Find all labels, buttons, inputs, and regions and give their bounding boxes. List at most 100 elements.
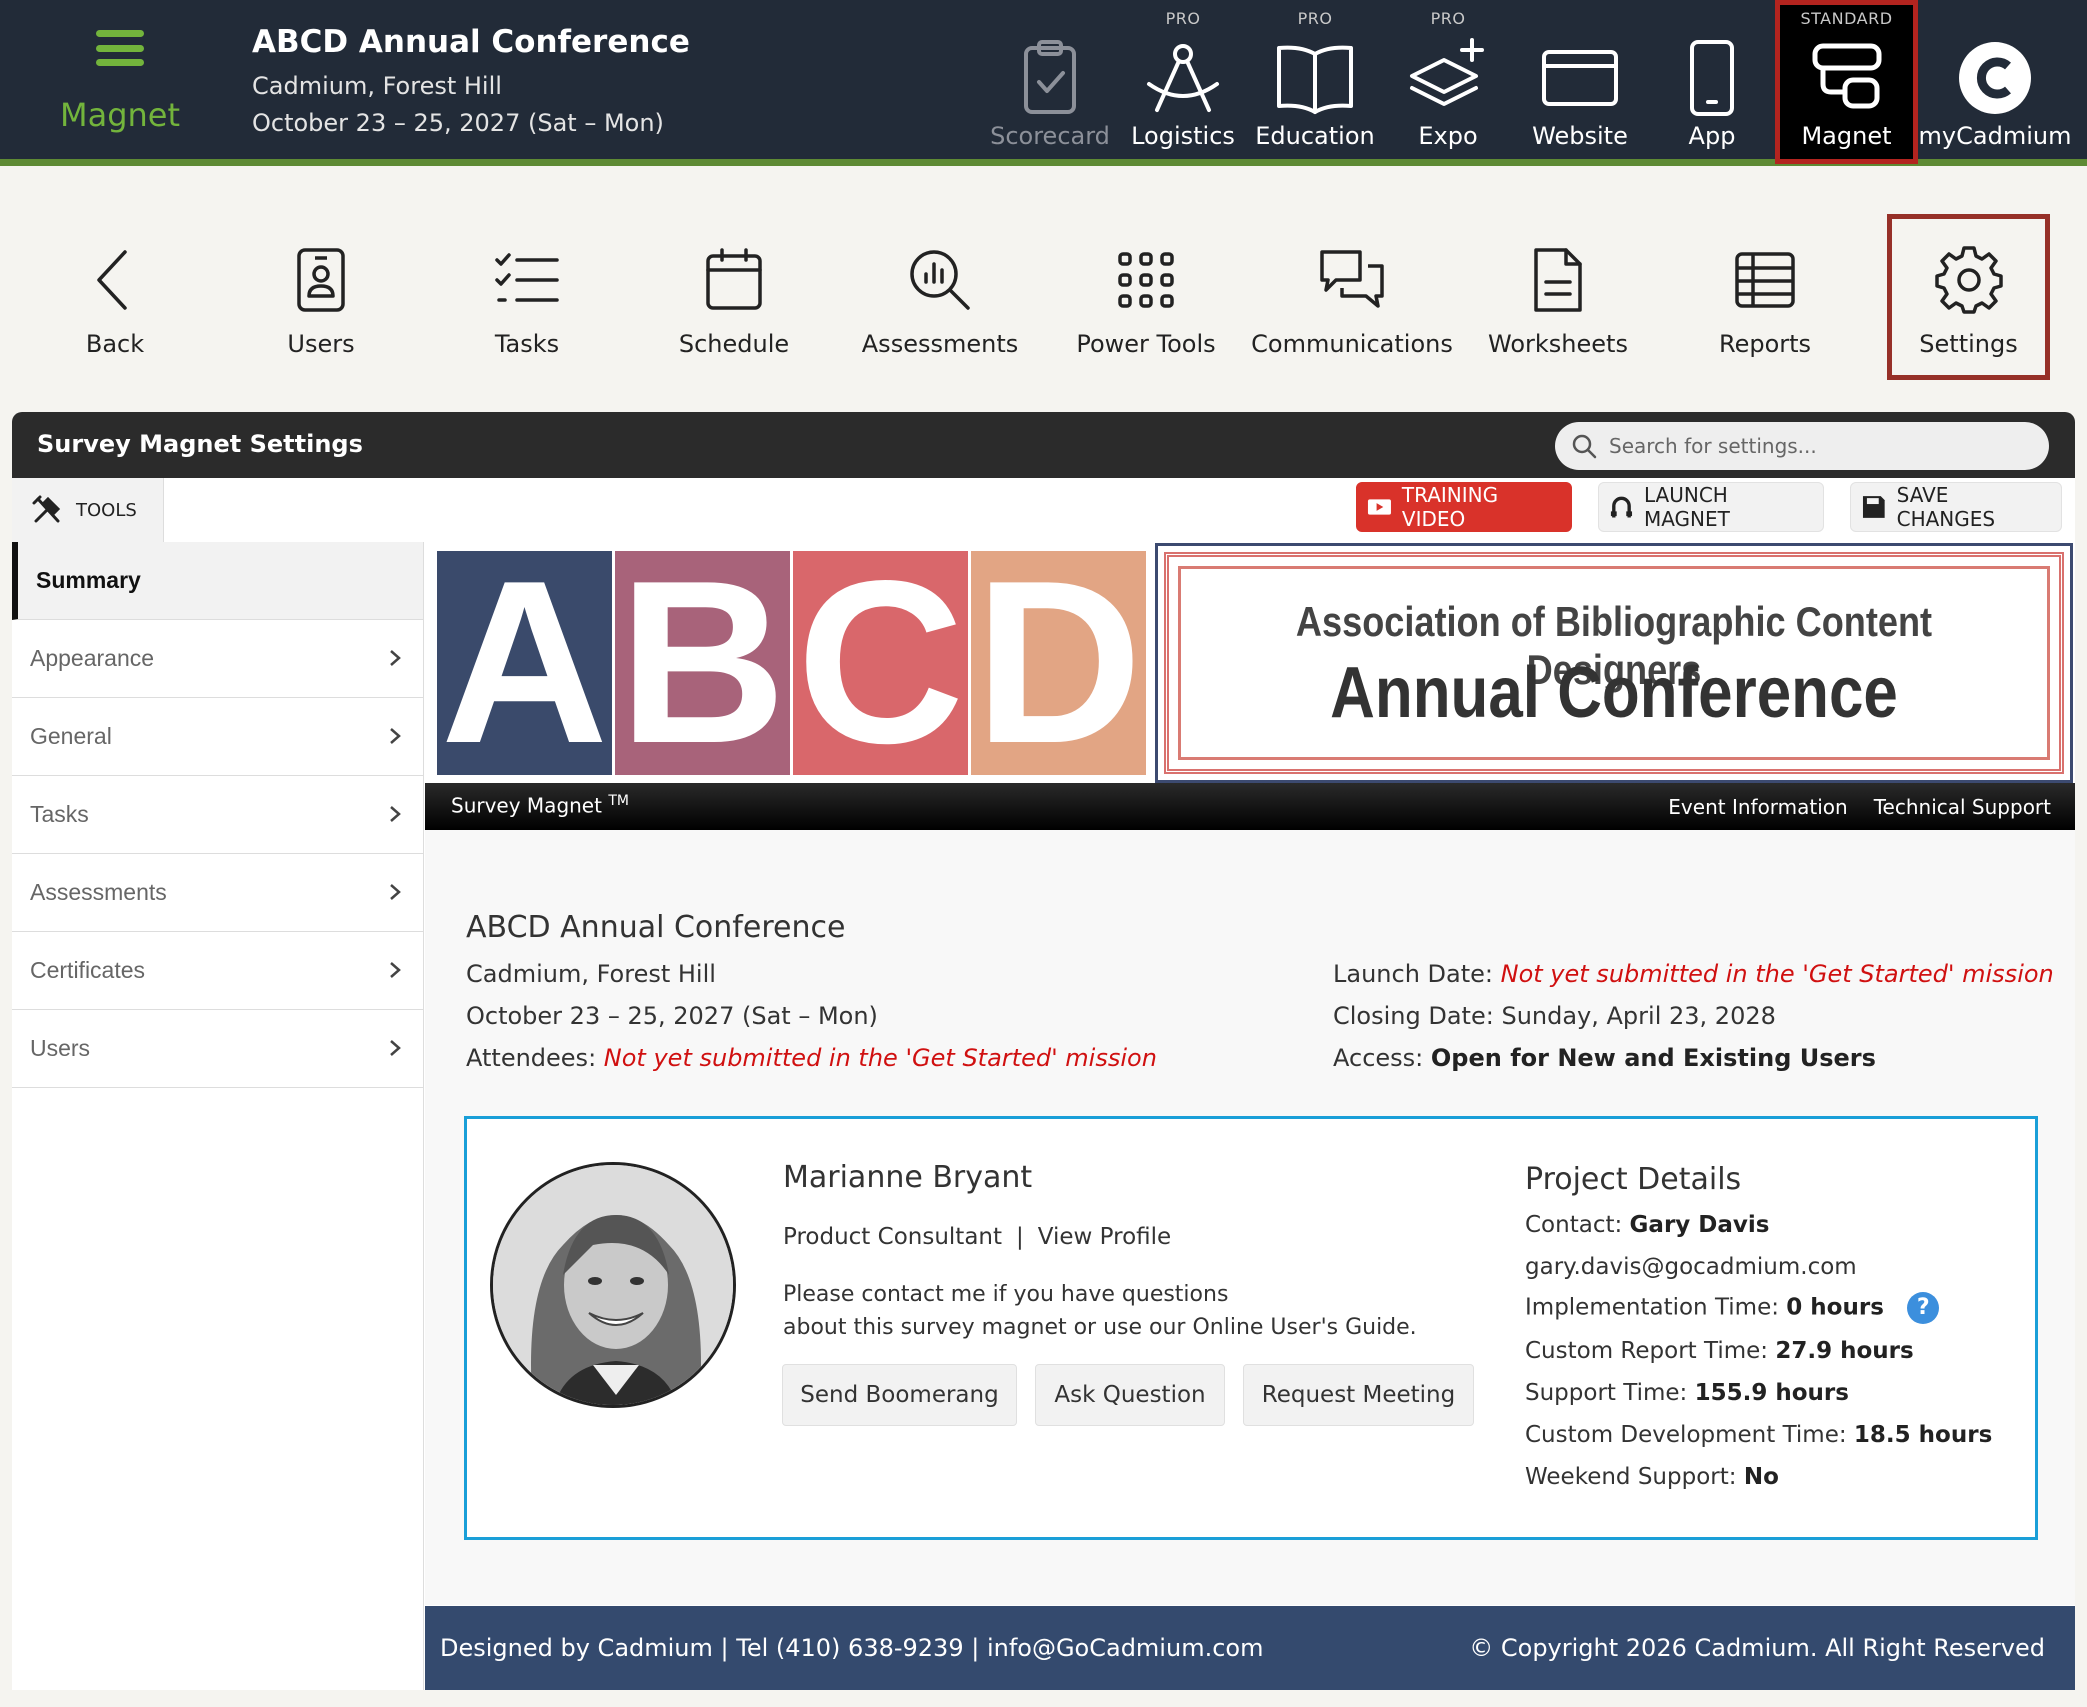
chevron-right-icon xyxy=(390,806,401,822)
attendees-label: Attendees: xyxy=(466,1044,597,1072)
event-title: ABCD Annual Conference xyxy=(252,24,690,60)
sidebar-item-label: Appearance xyxy=(30,645,155,671)
magnet-icon xyxy=(1812,43,1881,109)
app-label: Education xyxy=(1255,122,1375,150)
toolbar-schedule[interactable]: Schedule xyxy=(639,214,829,364)
toolbar-users[interactable]: Users xyxy=(226,214,416,364)
toolbar-assessments[interactable]: Assessments xyxy=(845,214,1035,364)
app-label: Logistics xyxy=(1131,122,1235,150)
sidebar-item-summary[interactable]: Summary xyxy=(12,542,423,620)
checklist-icon xyxy=(495,253,559,302)
sidebar-item-assessments[interactable]: Assessments xyxy=(12,854,423,932)
app-website[interactable]: Website xyxy=(1515,0,1645,160)
sidebar-item-appearance[interactable]: Appearance xyxy=(12,620,423,698)
launch-label: Launch Date: xyxy=(1333,960,1493,988)
footer-copyright: © Copyright 2026 Cadmium. All Right Rese… xyxy=(1469,1634,2045,1662)
toolbar-settings[interactable]: Settings xyxy=(1887,214,2050,380)
summary-dates: October 23 – 25, 2027 (Sat – Mon) xyxy=(466,1002,878,1030)
sidebar-item-certificates[interactable]: Certificates xyxy=(12,932,423,1010)
attendees-value: Not yet submitted in the 'Get Started' m… xyxy=(603,1044,1157,1072)
app-label: Magnet xyxy=(1801,122,1892,150)
survey-links: Event Information Technical Support xyxy=(1668,795,2051,819)
event-information-link[interactable]: Event Information xyxy=(1668,795,1847,819)
toolbar-communications[interactable]: Communications xyxy=(1251,214,1453,364)
access-value: Open for New and Existing Users xyxy=(1430,1044,1876,1072)
event-banner: A B C D Association of Bibliographic Con… xyxy=(425,543,2075,783)
sidebar-item-tasks[interactable]: Tasks xyxy=(12,776,423,854)
launch-value: Not yet submitted in the 'Get Started' m… xyxy=(1500,960,2054,988)
toolbar-label: Tasks xyxy=(494,330,560,358)
launch-magnet-label: LAUNCH MAGNET xyxy=(1643,483,1730,531)
id-badge-icon xyxy=(297,248,345,312)
send-boomerang-button[interactable]: Send Boomerang xyxy=(782,1364,1017,1426)
app-expo[interactable]: PRO Expo xyxy=(1383,0,1513,160)
app-label: App xyxy=(1688,122,1736,150)
chevron-right-icon xyxy=(390,728,401,744)
training-video-button[interactable]: TRAINING VIDEO xyxy=(1356,482,1572,532)
closing-label: Closing Date: xyxy=(1333,1002,1494,1030)
banner-conference: Annual Conference xyxy=(1330,653,1898,733)
sidebar-item-general[interactable]: General xyxy=(12,698,423,776)
training-video-label: TRAINING VIDEO xyxy=(1401,483,1499,531)
toolbar-label: Reports xyxy=(1718,330,1812,358)
sidebar-item-label: General xyxy=(30,723,112,749)
grid-dots-icon xyxy=(1118,252,1174,308)
app-mycadmium[interactable]: myCadmium xyxy=(1919,0,2071,160)
report-value: 27.9 hours xyxy=(1775,1338,1914,1364)
menu-icon[interactable] xyxy=(96,30,144,66)
toolbar-label: Assessments xyxy=(861,330,1019,358)
open-book-icon xyxy=(1277,45,1353,114)
launch-magnet-button[interactable]: LAUNCH MAGNET xyxy=(1598,482,1824,532)
view-profile-link[interactable]: View Profile xyxy=(1038,1224,1171,1250)
app-logistics[interactable]: PRO Logistics xyxy=(1118,0,1248,160)
toolbar-tasks[interactable]: Tasks xyxy=(432,214,622,364)
chevron-left-icon xyxy=(97,250,127,310)
project-custom-report-time: Custom Report Time: 27.9 hours xyxy=(1525,1338,1914,1364)
app-magnet[interactable]: STANDARD Magnet xyxy=(1775,0,1918,164)
video-icon xyxy=(1367,499,1391,515)
support-label: Support Time: xyxy=(1525,1380,1688,1406)
banner-title-box: Association of Bibliographic Content Des… xyxy=(1155,543,2073,783)
consultant-photo xyxy=(493,1165,733,1405)
toolbar-reports[interactable]: Reports xyxy=(1670,214,1860,364)
save-changes-button[interactable]: SAVE CHANGES xyxy=(1850,482,2062,532)
app-education[interactable]: PRO Education xyxy=(1250,0,1380,160)
closing-value: Sunday, April 23, 2028 xyxy=(1501,1002,1776,1030)
sidebar-item-label: Certificates xyxy=(30,957,146,983)
sidebar-item-label: Users xyxy=(30,1035,91,1061)
request-meeting-button[interactable]: Request Meeting xyxy=(1243,1364,1474,1426)
document-icon xyxy=(1534,248,1582,312)
ask-question-button[interactable]: Ask Question xyxy=(1035,1364,1225,1426)
banner-letter: A xyxy=(437,547,612,779)
technical-support-link[interactable]: Technical Support xyxy=(1874,795,2051,819)
chevron-right-icon xyxy=(390,1040,401,1056)
search-input[interactable] xyxy=(1609,434,2029,458)
chevron-right-icon xyxy=(390,650,401,666)
save-changes-label: SAVE CHANGES xyxy=(1896,483,1996,531)
project-support-time: Support Time: 155.9 hours xyxy=(1525,1380,1849,1406)
settings-search[interactable] xyxy=(1555,422,2049,470)
app-tier: STANDARD xyxy=(1800,9,1893,28)
app-app[interactable]: App xyxy=(1647,0,1777,160)
toolbar-label: Users xyxy=(287,330,355,358)
toolbar-worksheets[interactable]: Worksheets xyxy=(1463,214,1653,364)
tools-tab[interactable]: TOOLS xyxy=(12,478,164,542)
report-label: Custom Report Time: xyxy=(1525,1338,1769,1364)
help-icon[interactable]: ? xyxy=(1907,1292,1940,1324)
summary-attendees: Attendees: Not yet submitted in the 'Get… xyxy=(466,1044,1157,1072)
chevron-right-icon xyxy=(390,962,401,978)
settings-sidebar: Summary Appearance General Tasks Assessm… xyxy=(12,542,424,1690)
brand-name[interactable]: Magnet xyxy=(40,96,200,134)
toolbar-back[interactable]: Back xyxy=(20,214,210,364)
magnet-icon xyxy=(1610,496,1633,518)
app-scorecard[interactable]: Scorecard xyxy=(985,0,1115,160)
footer-contact: Designed by Cadmium | Tel (410) 638-9239… xyxy=(440,1634,1264,1662)
sidebar-item-label: Tasks xyxy=(30,801,89,827)
sidebar-item-users[interactable]: Users xyxy=(12,1010,423,1088)
project-email[interactable]: gary.davis@gocadmium.com xyxy=(1525,1254,1857,1280)
layers-plus-icon xyxy=(1410,38,1484,106)
weekend-value: No xyxy=(1743,1464,1779,1490)
consultant-name: Marianne Bryant xyxy=(783,1160,1033,1195)
chart-magnifier-icon xyxy=(910,250,970,310)
toolbar-power-tools[interactable]: Power Tools xyxy=(1051,214,1241,364)
